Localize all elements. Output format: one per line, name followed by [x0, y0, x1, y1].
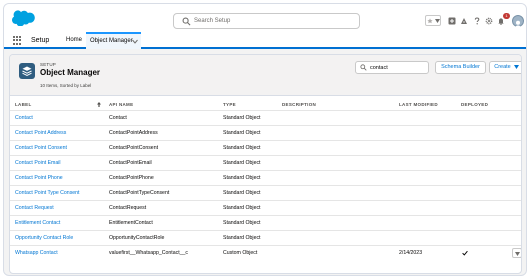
- api-name-cell: ContactPointConsent: [109, 145, 159, 151]
- chevron-down-icon: [513, 64, 519, 69]
- table-header: LABEL API NAME TYPE DESCRIPTION LAST MOD…: [10, 100, 521, 110]
- object-label-link[interactable]: Contact Point Type Consent: [15, 190, 80, 197]
- notification-count-badge: 1: [503, 13, 510, 19]
- object-label-link[interactable]: Opportunity Contact Role: [15, 235, 73, 242]
- column-header-description[interactable]: DESCRIPTION: [282, 101, 316, 108]
- object-table-body: Contact Contact Standard Object Contact …: [10, 110, 521, 262]
- type-cell: Standard Object: [223, 235, 261, 241]
- nav-tab-label: Object Manager: [90, 38, 133, 44]
- api-name-cell: valuefirst__Whatsapp_Contact__c: [109, 250, 189, 256]
- object-label-link[interactable]: Contact Point Consent: [15, 145, 67, 152]
- api-name-cell: ContactRequest: [109, 205, 147, 211]
- type-cell: Standard Object: [223, 220, 261, 226]
- table-row: Contact Point Phone ContactPointPhone St…: [10, 170, 521, 185]
- column-header-last-modified[interactable]: LAST MODIFIED: [399, 101, 438, 108]
- global-header: Search Setup 1: [4, 4, 526, 32]
- trailhead-icon[interactable]: [460, 17, 468, 25]
- api-name-cell: ContactPointAddress: [109, 130, 158, 136]
- search-icon: [182, 17, 191, 26]
- table-row: Contact Contact Standard Object: [10, 110, 521, 125]
- table-row: Contact Point Type Consent ContactPointT…: [10, 185, 521, 200]
- star-icon[interactable]: [427, 18, 433, 24]
- nav-tab-home[interactable]: Home: [66, 36, 82, 45]
- checkmark-icon: [462, 250, 468, 256]
- object-label-link[interactable]: Contact Point Email: [15, 160, 61, 167]
- table-row: Contact Point Address ContactPointAddres…: [10, 125, 521, 140]
- salesforce-logo[interactable]: [11, 9, 35, 26]
- global-actions-icon[interactable]: [448, 17, 456, 25]
- api-name-cell: EntitlementContact: [109, 220, 153, 226]
- table-row: Contact Point Consent ContactPointConsen…: [10, 140, 521, 155]
- chevron-down-icon[interactable]: [132, 39, 138, 44]
- last-modified-cell: 2/14/2023: [399, 250, 423, 256]
- object-label-link[interactable]: Contact: [15, 115, 33, 122]
- column-header-type[interactable]: TYPE: [223, 101, 236, 108]
- object-label-link[interactable]: Entitlement Contact: [15, 220, 60, 227]
- api-name-cell: ContactPointTypeConsent: [109, 190, 170, 196]
- type-cell: Standard Object: [223, 115, 261, 121]
- object-label-link[interactable]: Contact Point Address: [15, 130, 66, 137]
- row-actions-menu-button[interactable]: [512, 248, 521, 258]
- search-icon: [360, 64, 367, 71]
- object-label-link[interactable]: Contact Point Phone: [15, 175, 63, 182]
- table-row: Contact Point Email ContactPointEmail St…: [10, 155, 521, 170]
- browser-frame: Search Setup 1 Setup Home Object Manager…: [3, 3, 527, 276]
- type-cell: Standard Object: [223, 190, 261, 196]
- object-label-link[interactable]: Whatsapp Contact: [15, 250, 58, 257]
- table-row: Entitlement Contact EntitlementContact S…: [10, 215, 521, 230]
- create-button[interactable]: Create: [489, 61, 521, 74]
- favorites-button-group[interactable]: [425, 15, 441, 26]
- quick-find-value: contact: [370, 65, 388, 71]
- help-icon[interactable]: [473, 17, 481, 25]
- chevron-down-icon: [515, 252, 520, 256]
- user-icon: [514, 20, 522, 29]
- gear-icon[interactable]: [485, 17, 493, 25]
- type-cell: Standard Object: [223, 175, 261, 181]
- quick-find-input[interactable]: contact: [355, 61, 429, 74]
- object-manager-card: SETUP Object Manager 10 Items, Sorted by…: [9, 54, 522, 274]
- type-cell: Standard Object: [223, 130, 261, 136]
- layers-icon: [19, 63, 35, 79]
- table-row: Whatsapp Contact valuefirst__Whatsapp_Co…: [10, 245, 521, 262]
- search-placeholder: Search Setup: [194, 18, 231, 24]
- chevron-down-icon[interactable]: [435, 19, 440, 23]
- column-header-label[interactable]: LABEL: [15, 101, 32, 108]
- type-cell: Standard Object: [223, 145, 261, 151]
- column-header-deployed[interactable]: DEPLOYED: [461, 101, 488, 108]
- type-cell: Custom Object: [223, 250, 258, 256]
- setup-navigation-bar: Setup Home Object Manager: [4, 32, 526, 49]
- schema-builder-label: Schema Builder: [441, 64, 480, 70]
- nav-tab-object-manager[interactable]: Object Manager: [86, 32, 141, 49]
- page-header: SETUP Object Manager 10 Items, Sorted by…: [10, 55, 521, 96]
- api-name-cell: ContactPointEmail: [109, 160, 152, 166]
- app-name: Setup: [31, 37, 50, 44]
- type-cell: Standard Object: [223, 160, 261, 166]
- api-name-cell: OpportunityContactRole: [109, 235, 165, 241]
- api-name-cell: ContactPointPhone: [109, 175, 154, 181]
- app-launcher-icon[interactable]: [13, 36, 22, 45]
- api-name-cell: Contact: [109, 115, 127, 121]
- create-label: Create: [494, 64, 511, 70]
- sort-ascending-icon[interactable]: [97, 102, 101, 107]
- column-header-api-name[interactable]: API NAME: [109, 101, 133, 108]
- global-search[interactable]: Search Setup: [173, 13, 360, 29]
- object-label-link[interactable]: Contact Request: [15, 205, 54, 212]
- schema-builder-button[interactable]: Schema Builder: [435, 61, 486, 74]
- list-meta-info: 10 Items, Sorted by Label: [40, 83, 92, 88]
- page-title: Object Manager: [40, 68, 101, 77]
- type-cell: Standard Object: [223, 205, 261, 211]
- table-row: Contact Request ContactRequest Standard …: [10, 200, 521, 215]
- table-row: Opportunity Contact Role OpportunityCont…: [10, 230, 521, 245]
- user-avatar[interactable]: [512, 15, 524, 29]
